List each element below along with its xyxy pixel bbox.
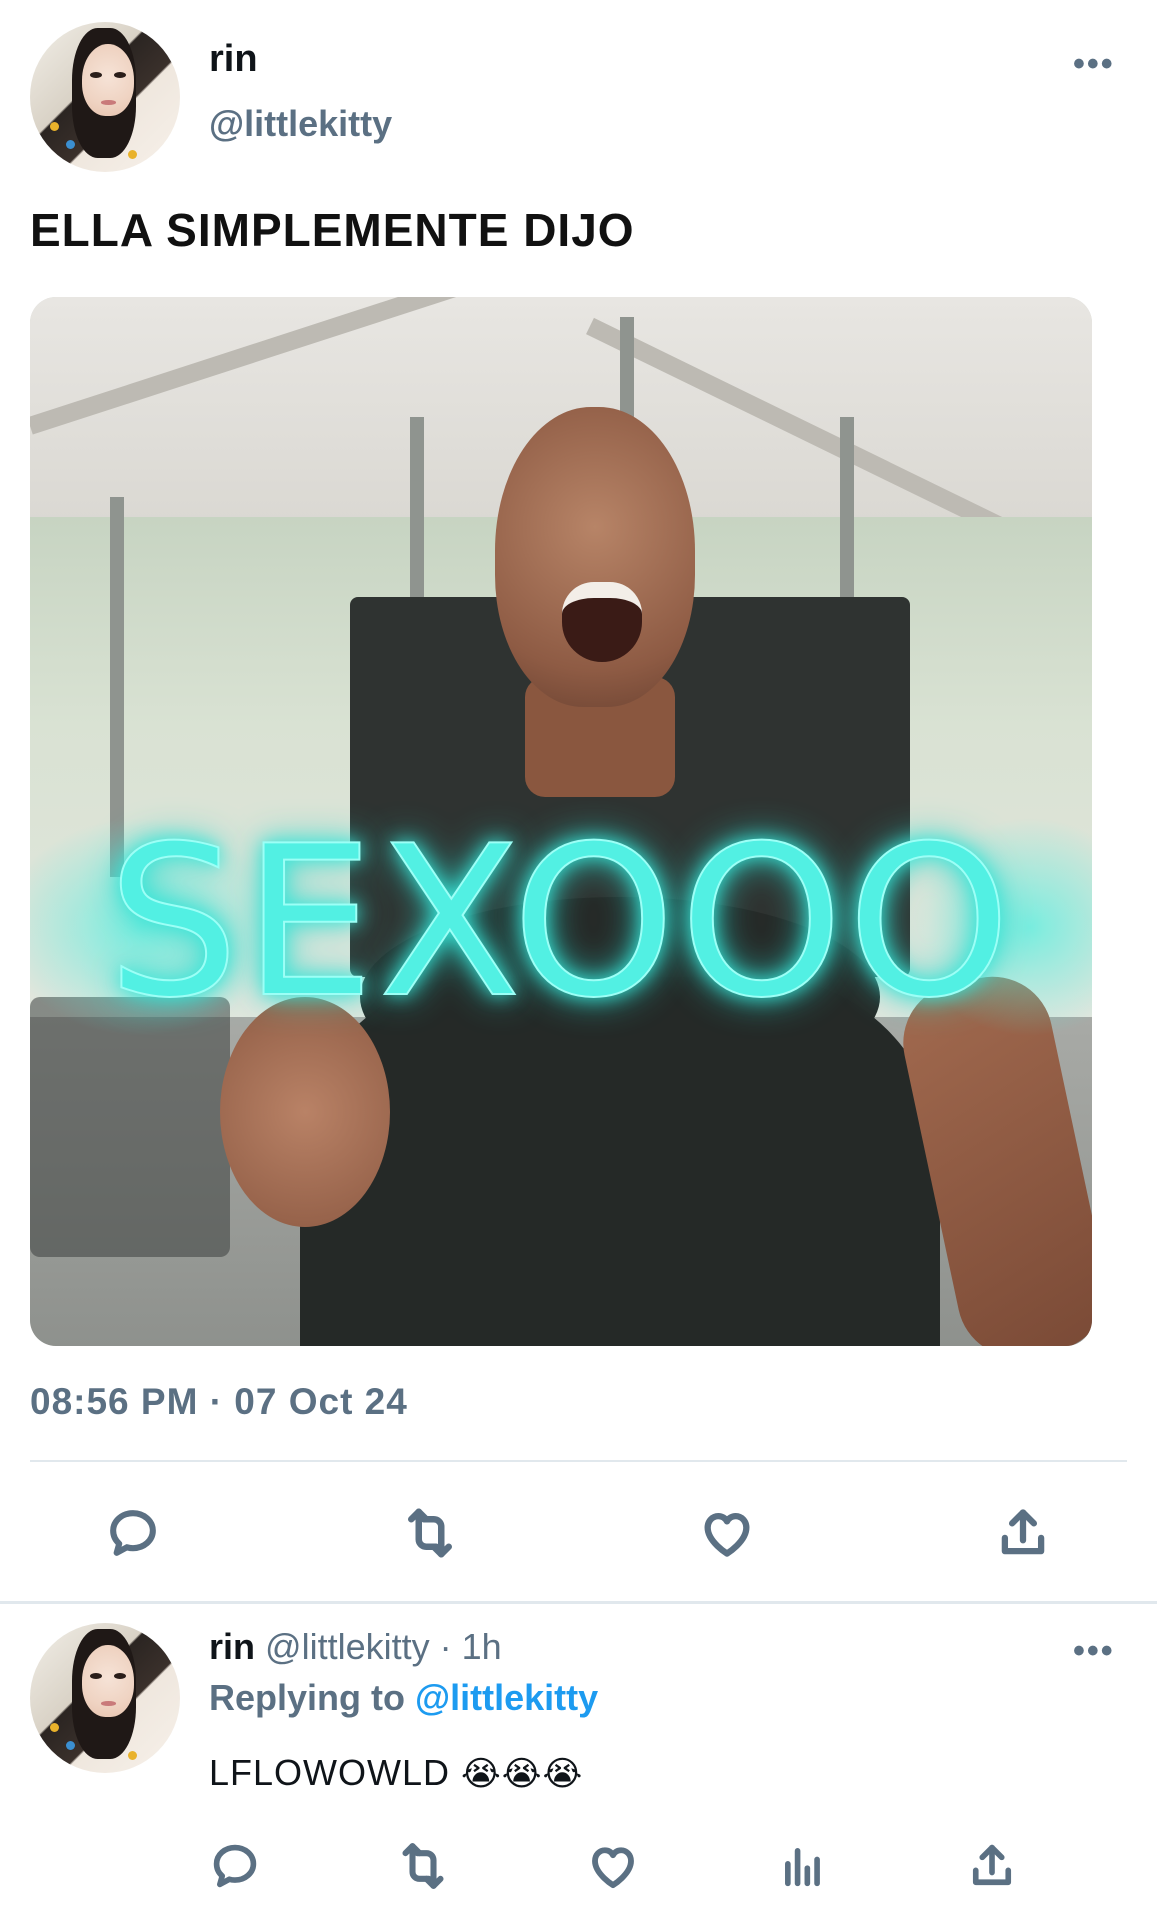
reply-reply-button[interactable] xyxy=(205,1836,265,1896)
reply-text-content: LFLOWOWLD xyxy=(209,1752,451,1793)
analytics-icon xyxy=(785,1848,820,1887)
reply-author-avatar[interactable] xyxy=(30,1623,180,1773)
crying-emoji-icon: 😭😭😭 xyxy=(461,1754,584,1794)
replying-to-link[interactable]: @littlekitty xyxy=(415,1677,598,1718)
reply-retweet-button[interactable] xyxy=(393,1836,453,1896)
avatar-print xyxy=(66,140,75,149)
reply-icon xyxy=(213,1844,257,1888)
tweet-media-image[interactable]: SEXOOO xyxy=(30,297,1092,1346)
reply-share-button[interactable] xyxy=(962,1836,1022,1896)
avatar-eye xyxy=(114,1673,126,1679)
avatar-face xyxy=(82,44,134,116)
retweet-icon xyxy=(408,1508,452,1558)
heart-icon xyxy=(592,1847,634,1889)
author-name[interactable]: rin xyxy=(209,38,258,81)
heart-icon xyxy=(704,1512,750,1557)
reply-icon xyxy=(110,1510,156,1556)
avatar-face xyxy=(82,1645,134,1717)
retweet-button[interactable] xyxy=(397,1500,463,1566)
reply-time[interactable]: 1h xyxy=(462,1626,502,1667)
avatar-eye xyxy=(114,72,126,78)
share-icon xyxy=(972,1844,1012,1886)
tweet-text: ELLA SIMPLEMENTE DIJO xyxy=(30,204,635,256)
more-options-icon[interactable]: ••• xyxy=(1073,47,1115,81)
reply-header: rin @littlekitty · 1h xyxy=(209,1626,502,1668)
divider xyxy=(30,1460,1127,1462)
reply-separator: · xyxy=(439,1626,452,1667)
replying-prefix: Replying to xyxy=(209,1677,415,1718)
avatar-print xyxy=(66,1741,75,1750)
reply-like-button[interactable] xyxy=(583,1836,643,1896)
section-divider xyxy=(0,1601,1157,1604)
avatar-print xyxy=(128,150,137,159)
avatar-print xyxy=(128,1751,137,1760)
reply-author-name[interactable]: rin xyxy=(209,1626,255,1667)
avatar-eye xyxy=(90,72,102,78)
avatar-eye xyxy=(90,1673,102,1679)
reply-more-options-icon[interactable]: ••• xyxy=(1073,1634,1115,1668)
like-button[interactable] xyxy=(694,1500,760,1566)
media-overlay-text: SEXOOO xyxy=(106,801,1015,1045)
retweet-icon xyxy=(402,1843,444,1889)
reply-author-handle[interactable]: @littlekitty xyxy=(265,1626,430,1667)
avatar-print xyxy=(50,1723,59,1732)
avatar-print xyxy=(50,122,59,131)
share-button[interactable] xyxy=(990,1500,1056,1566)
reply-text: LFLOWOWLD 😭😭😭 xyxy=(209,1752,583,1794)
avatar-mouth xyxy=(101,100,116,105)
share-icon xyxy=(1001,1509,1045,1555)
reply-button[interactable] xyxy=(100,1500,166,1566)
author-handle[interactable]: @littlekitty xyxy=(209,103,392,145)
avatar-mouth xyxy=(101,1701,116,1706)
tweet-timestamp[interactable]: 08:56 PM · 07 Oct 24 xyxy=(30,1381,408,1423)
reply-analytics-button[interactable] xyxy=(773,1836,833,1896)
person-head xyxy=(495,407,695,707)
author-avatar[interactable] xyxy=(30,22,180,172)
replying-to: Replying to @littlekitty xyxy=(209,1677,598,1719)
person-mouth xyxy=(562,582,642,662)
